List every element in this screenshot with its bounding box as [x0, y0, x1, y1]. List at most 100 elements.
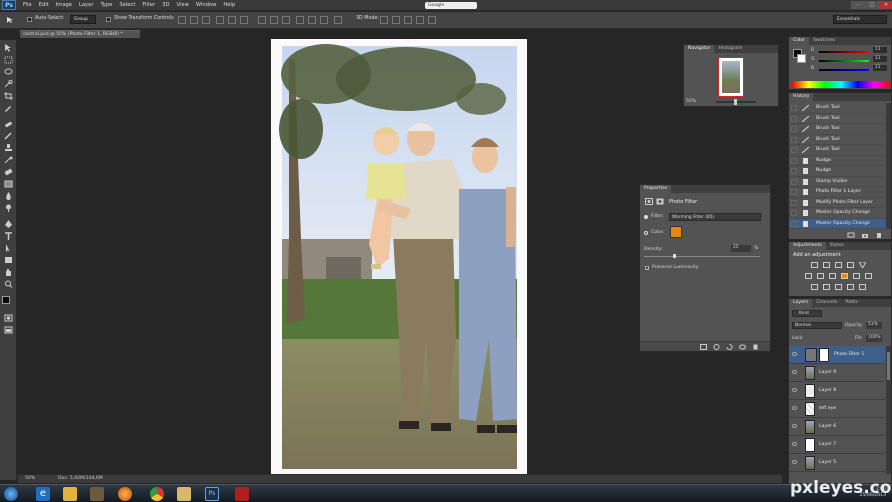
- photo-filter-icon[interactable]: [841, 273, 848, 279]
- firefox-icon[interactable]: [118, 487, 132, 501]
- document-tab[interactable]: control.psd @ 50% (Photo Filter 1, RGB/8…: [20, 30, 140, 38]
- history-scrollbar[interactable]: [886, 103, 891, 229]
- folder-icon[interactable]: [177, 487, 191, 501]
- menu-layer[interactable]: Layer: [79, 2, 93, 8]
- clone-stamp-tool-icon[interactable]: [4, 144, 13, 152]
- start-button-icon[interactable]: [4, 487, 18, 501]
- pen-tool-icon[interactable]: [4, 220, 13, 228]
- layer-mask-thumbnail[interactable]: [819, 348, 829, 362]
- layer-row[interactable]: Layer 6: [789, 418, 885, 436]
- layer-row-selected[interactable]: Photo Filter 1: [789, 346, 885, 364]
- filter-radio[interactable]: [644, 215, 648, 219]
- green-channel-value[interactable]: 11: [873, 56, 887, 62]
- 3d-roll-icon[interactable]: [392, 16, 400, 24]
- density-slider[interactable]: [644, 254, 760, 258]
- blend-mode-dropdown[interactable]: Normal: [792, 322, 842, 329]
- menu-filter[interactable]: Filter: [142, 2, 155, 8]
- photoshop-taskbar-icon[interactable]: Ps: [205, 487, 219, 501]
- brightness-contrast-icon[interactable]: [811, 262, 818, 268]
- black-white-icon[interactable]: [829, 273, 836, 279]
- tab-properties[interactable]: Properties: [640, 185, 672, 193]
- show-transform-checkbox[interactable]: [106, 17, 111, 22]
- zoom-readout[interactable]: 50%: [25, 475, 35, 483]
- menu-select[interactable]: Select: [119, 2, 135, 8]
- brush-tool-icon[interactable]: [4, 132, 13, 140]
- distribute-left-icon[interactable]: [296, 16, 304, 24]
- menu-3d[interactable]: 3D: [162, 2, 169, 8]
- type-tool-icon[interactable]: [4, 232, 13, 240]
- tab-layers[interactable]: Layers: [789, 299, 813, 307]
- eye-icon[interactable]: [792, 424, 797, 428]
- color-lookup-icon[interactable]: [865, 273, 872, 279]
- vibrance-icon[interactable]: [858, 261, 867, 269]
- color-balance-icon[interactable]: [817, 273, 824, 279]
- rectangle-tool-icon[interactable]: [4, 256, 13, 264]
- align-vcenter-icon[interactable]: [190, 16, 198, 24]
- menu-help[interactable]: Help: [223, 2, 235, 8]
- clip-to-layer-icon[interactable]: [700, 344, 707, 350]
- maximize-button[interactable]: □: [865, 1, 879, 9]
- gradient-map-icon[interactable]: [847, 284, 854, 290]
- layer-row[interactable]: Layer 8: [789, 382, 885, 400]
- history-item[interactable]: Brush Tool: [789, 135, 885, 145]
- threshold-icon[interactable]: [835, 284, 842, 290]
- tab-swatches[interactable]: Swatches: [809, 37, 839, 45]
- navigator-zoom[interactable]: 50%: [686, 99, 696, 104]
- hue-saturation-icon[interactable]: [805, 273, 812, 279]
- menu-window[interactable]: Window: [196, 2, 216, 8]
- eye-icon[interactable]: [792, 460, 797, 464]
- gradient-tool-icon[interactable]: [4, 180, 13, 188]
- history-item[interactable]: Brush Tool: [789, 124, 885, 135]
- blur-tool-icon[interactable]: [4, 192, 13, 200]
- history-brush-tool-icon[interactable]: [4, 156, 13, 164]
- path-selection-tool-icon[interactable]: [4, 244, 13, 252]
- history-item[interactable]: Nudge: [789, 166, 885, 177]
- 3d-slide-icon[interactable]: [416, 16, 424, 24]
- close-button[interactable]: ✕: [879, 1, 892, 9]
- view-previous-state-icon[interactable]: [713, 344, 720, 350]
- tab-adjustments[interactable]: Adjustments: [789, 242, 826, 250]
- minimize-button[interactable]: –: [851, 1, 865, 9]
- levels-icon[interactable]: [823, 262, 830, 268]
- 3d-rotate-icon[interactable]: [380, 16, 388, 24]
- eye-icon[interactable]: [792, 406, 797, 410]
- tab-history[interactable]: History: [789, 93, 814, 101]
- healing-brush-tool-icon[interactable]: [4, 120, 13, 128]
- chrome-icon[interactable]: [150, 487, 164, 501]
- eye-icon[interactable]: [792, 388, 797, 392]
- navigator-zoom-slider[interactable]: [716, 99, 756, 105]
- 3d-drag-icon[interactable]: [404, 16, 412, 24]
- distribute-bottom-icon[interactable]: [282, 16, 290, 24]
- history-item[interactable]: Stamp Visible: [789, 177, 885, 187]
- tab-navigator[interactable]: Navigator: [684, 45, 715, 53]
- fill-input[interactable]: 100%: [866, 335, 882, 342]
- align-top-icon[interactable]: [178, 16, 186, 24]
- internet-explorer-icon[interactable]: e: [36, 487, 50, 501]
- curves-icon[interactable]: [835, 262, 842, 268]
- color-spectrum-ramp[interactable]: [792, 81, 890, 88]
- reset-icon[interactable]: [726, 344, 733, 350]
- exposure-icon[interactable]: [847, 262, 854, 268]
- align-right-icon[interactable]: [240, 16, 248, 24]
- move-tool-icon[interactable]: [4, 44, 13, 52]
- menu-image[interactable]: Image: [56, 2, 72, 8]
- posterize-icon[interactable]: [823, 284, 830, 290]
- foreground-color-swatch[interactable]: [2, 296, 10, 304]
- history-item[interactable]: Brush Tool: [789, 103, 885, 114]
- quick-mask-icon[interactable]: [4, 314, 13, 322]
- eyedropper-tool-icon[interactable]: [4, 104, 13, 112]
- filter-color-swatch[interactable]: [670, 226, 682, 238]
- history-item[interactable]: Nudge: [789, 156, 885, 166]
- mask-icon[interactable]: [656, 198, 664, 205]
- eye-icon[interactable]: [792, 370, 797, 374]
- filter-dropdown[interactable]: Warming Filter (85): [669, 213, 761, 221]
- eye-icon[interactable]: [792, 442, 797, 446]
- distribute-vcenter-icon[interactable]: [270, 16, 278, 24]
- crop-tool-icon[interactable]: [4, 92, 13, 100]
- navigator-thumbnail[interactable]: [718, 57, 744, 97]
- align-hcenter-icon[interactable]: [228, 16, 236, 24]
- tab-paths[interactable]: Paths: [841, 299, 862, 307]
- acrobat-icon[interactable]: [235, 487, 249, 501]
- history-item[interactable]: Brush Tool: [789, 114, 885, 124]
- history-item[interactable]: Brush Tool: [789, 145, 885, 156]
